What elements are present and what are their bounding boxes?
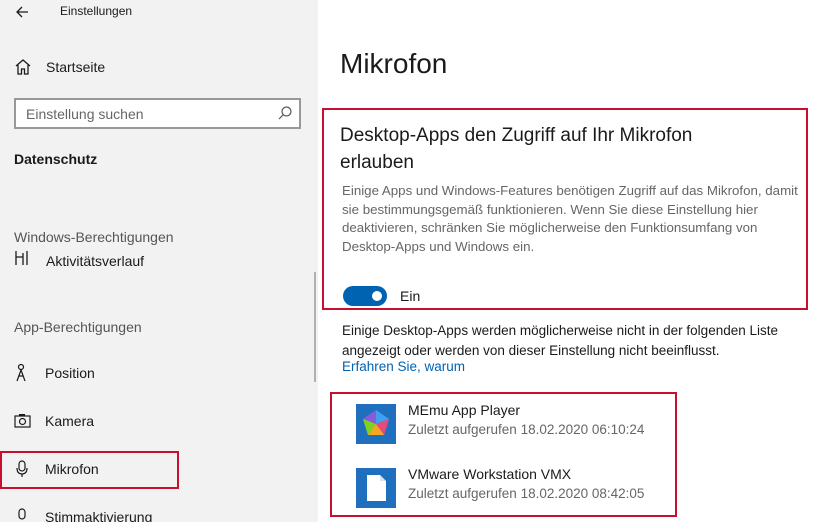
- voice-activation-icon: [18, 508, 26, 520]
- main-content: Mikrofon Desktop-Apps den Zugriff auf Ih…: [318, 0, 825, 522]
- window-title: Einstellungen: [60, 4, 133, 18]
- toggle-knob: [372, 291, 382, 301]
- info-text: Einige Desktop-Apps werden möglicherweis…: [342, 323, 778, 358]
- sidebar-item-label: Stimmaktivierung: [45, 509, 153, 522]
- toggle-state-label: Ein: [400, 288, 421, 304]
- sidebar-scrollbar[interactable]: [314, 272, 316, 382]
- sidebar-item-voice-activation[interactable]: Stimmaktivierung: [0, 499, 318, 522]
- list-item[interactable]: VMware Workstation VMX Zuletzt aufgerufe…: [346, 462, 666, 512]
- activity-history-icon: [15, 251, 28, 265]
- page-title: Mikrofon: [340, 48, 448, 79]
- vmware-file-icon: [356, 468, 396, 508]
- search-box[interactable]: [14, 98, 301, 129]
- section-heading-app-permissions: App-Berechtigungen: [14, 319, 142, 335]
- app-name: VMware Workstation VMX: [408, 466, 572, 482]
- app-last-accessed: Zuletzt aufgerufen 18.02.2020 08:42:05: [408, 486, 645, 501]
- sidebar-item-activity-history[interactable]: Aktivitätsverlauf: [0, 247, 318, 269]
- back-arrow-icon: [16, 6, 28, 18]
- location-icon: [16, 363, 26, 382]
- memu-app-icon: [356, 404, 396, 444]
- sidebar-item-label: Position: [45, 365, 95, 381]
- app-last-accessed: Zuletzt aufgerufen 18.02.2020 06:10:24: [408, 422, 645, 437]
- sidebar: Einstellungen Startseite Datenschutz Win…: [0, 0, 318, 522]
- sidebar-item-label: Kamera: [45, 413, 95, 429]
- sidebar-item-position[interactable]: Position: [0, 355, 318, 391]
- search-input[interactable]: [16, 100, 266, 127]
- back-button[interactable]: [12, 2, 36, 22]
- sidebar-item-home[interactable]: Startseite: [0, 49, 318, 85]
- desktop-apps-access-card: Desktop-Apps den Zugriff auf Ihr Mikrofo…: [322, 108, 808, 310]
- apps-list: MEmu App Player Zuletzt aufgerufen 18.02…: [330, 392, 677, 517]
- sidebar-item-camera[interactable]: Kamera: [0, 403, 318, 439]
- learn-more-link[interactable]: Erfahren Sie, warum: [342, 359, 465, 374]
- app-name: MEmu App Player: [408, 402, 521, 418]
- search-icon[interactable]: [277, 105, 293, 121]
- section-heading-windows-permissions: Windows-Berechtigungen: [14, 229, 174, 245]
- sidebar-item-label: Aktivitätsverlauf: [46, 253, 145, 269]
- list-item[interactable]: MEmu App Player Zuletzt aufgerufen 18.02…: [346, 398, 666, 448]
- microphone-access-toggle[interactable]: [343, 286, 387, 306]
- category-heading: Datenschutz: [14, 151, 98, 167]
- sidebar-item-label: Startseite: [46, 59, 106, 75]
- camera-icon: [14, 414, 31, 428]
- card-description: Einige Apps und Windows-Features benötig…: [342, 183, 798, 255]
- card-heading: Desktop-Apps den Zugriff auf Ihr Mikrofo…: [340, 125, 693, 173]
- home-icon: [15, 59, 31, 75]
- highlight-frame-microphone: [0, 451, 179, 489]
